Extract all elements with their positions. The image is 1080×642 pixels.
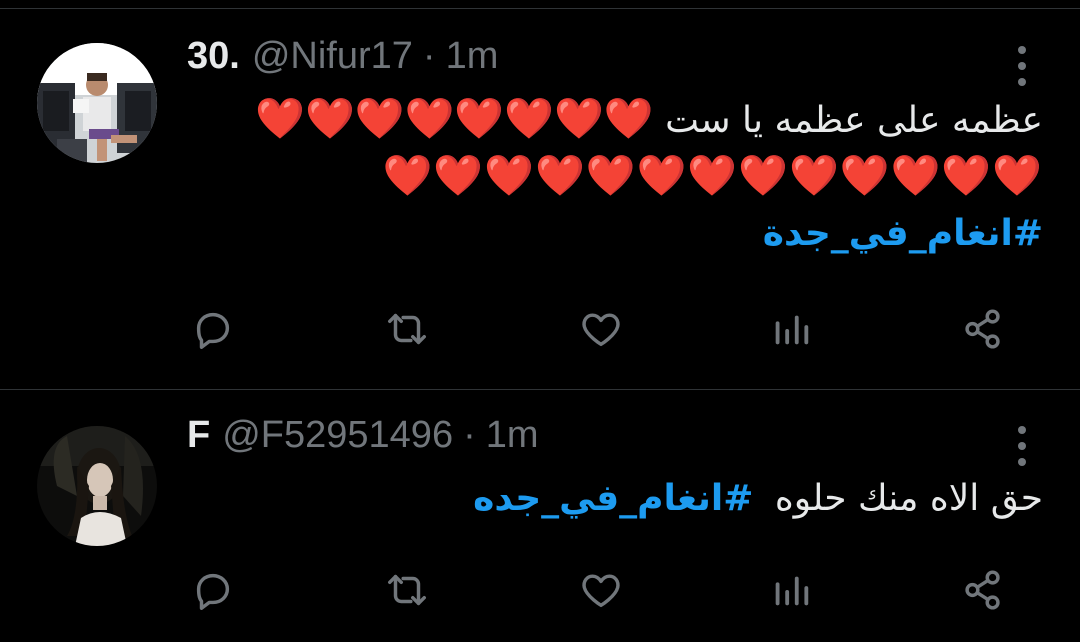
heart-icon: [582, 574, 620, 608]
retweet-icon: [388, 574, 426, 606]
heart-emojis: ❤️❤️❤️❤️❤️❤️❤️❤️: [255, 96, 654, 142]
tweet-actions: [189, 305, 1011, 353]
share-button[interactable]: [959, 566, 1007, 614]
share-icon: [965, 309, 1000, 349]
tweet-header: 30. @Nifur17 · 1m: [187, 35, 498, 95]
separator: ·: [463, 414, 476, 456]
like-button[interactable]: [577, 305, 625, 353]
avatar[interactable]: [37, 43, 157, 163]
views-button[interactable]: [767, 305, 815, 353]
tweet-text-line: حق الاه منك حلوه #انغام_في_جده: [473, 470, 1043, 527]
display-name[interactable]: 30.: [187, 35, 240, 78]
tweet-text-content: عظمه على عظمه يا ست: [665, 100, 1043, 141]
more-icon[interactable]: [1006, 42, 1038, 90]
reply-icon: [196, 573, 230, 610]
views-button[interactable]: [767, 566, 815, 614]
tweet-text-line: عظمه على عظمه يا ست ❤️❤️❤️❤️❤️❤️❤️❤️: [255, 91, 1043, 148]
timestamp[interactable]: 1m: [446, 35, 499, 78]
retweet-button[interactable]: [383, 566, 431, 614]
tweet-text-line: #انغام_في_جدة: [255, 205, 1043, 262]
tweet-header: F @F52951496 · 1m: [187, 414, 539, 474]
tweet-text-content: حق الاه منك حلوه: [774, 478, 1043, 519]
timestamp[interactable]: 1m: [486, 414, 539, 457]
display-name[interactable]: F: [187, 414, 210, 457]
tweet-actions: [189, 566, 1011, 614]
like-button[interactable]: [577, 566, 625, 614]
avatar[interactable]: [37, 426, 157, 546]
retweet-button[interactable]: [383, 305, 431, 353]
share-icon: [965, 570, 1000, 610]
tweet[interactable]: F @F52951496 · 1m حق الاه منك حلوه #انغا…: [0, 390, 1080, 642]
more-icon[interactable]: [1006, 422, 1038, 470]
share-button[interactable]: [959, 305, 1007, 353]
handle[interactable]: @Nifur17: [252, 35, 413, 78]
tweet-text: حق الاه منك حلوه #انغام_في_جده: [473, 470, 1043, 527]
separator: ·: [422, 35, 436, 77]
heart-icon: [582, 313, 620, 347]
handle[interactable]: @F52951496: [222, 414, 453, 457]
tweet[interactable]: 30. @Nifur17 · 1m عظمه على عظمه يا ست ❤️…: [0, 9, 1080, 390]
hashtag-link[interactable]: انغام_في_جده: [473, 478, 723, 519]
reply-button[interactable]: [189, 566, 237, 614]
analytics-icon: [775, 315, 809, 345]
reply-button[interactable]: [189, 305, 237, 353]
tweet-text: عظمه على عظمه يا ست ❤️❤️❤️❤️❤️❤️❤️❤️ ❤️❤…: [255, 91, 1043, 262]
retweet-icon: [388, 313, 426, 345]
tweet-text-line: ❤️❤️❤️❤️❤️❤️❤️❤️❤️❤️❤️❤️❤️: [255, 148, 1043, 205]
hashtag-link[interactable]: #انغام_في_جدة: [763, 213, 1043, 254]
analytics-icon: [775, 576, 809, 606]
hashtag-prefix[interactable]: #: [723, 478, 753, 519]
reply-icon: [196, 312, 230, 349]
heart-emojis: ❤️❤️❤️❤️❤️❤️❤️❤️❤️❤️❤️❤️❤️: [382, 153, 1043, 199]
